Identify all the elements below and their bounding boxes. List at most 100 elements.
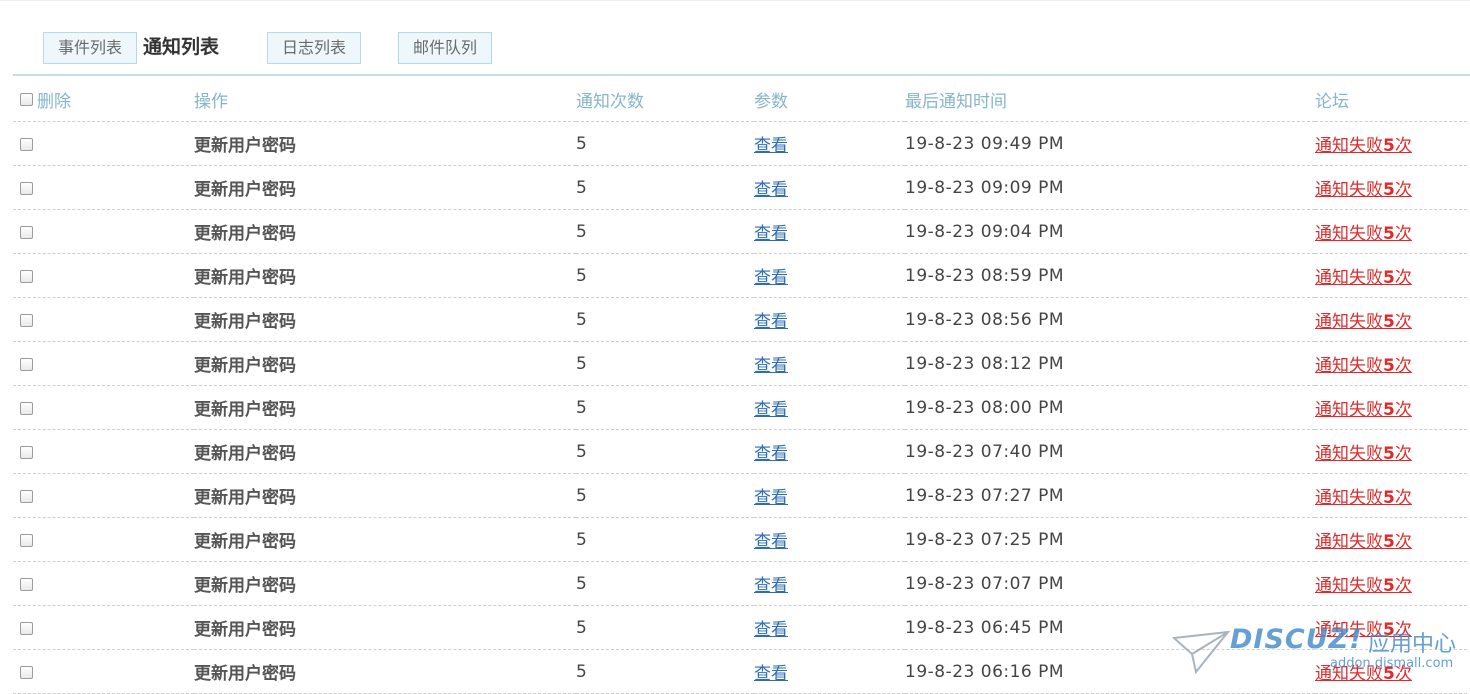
row-checkbox[interactable]: [20, 490, 33, 503]
notify-failed-link[interactable]: 通知失败5次: [1315, 224, 1412, 244]
row-checkbox[interactable]: [20, 666, 33, 679]
tab-mail-queue[interactable]: 邮件队列: [398, 32, 492, 64]
row-count: 5: [576, 473, 754, 518]
row-operation: 更新用户密码: [194, 473, 576, 518]
row-last-time: 19-8-23 07:25 PM: [905, 517, 1315, 562]
view-params-link[interactable]: 查看: [754, 224, 788, 244]
status-count: 5: [1383, 224, 1395, 244]
table-header-row: 删除 操作 通知次数 参数 最后通知时间 论坛: [13, 78, 1467, 122]
notify-failed-link[interactable]: 通知失败5次: [1315, 136, 1412, 156]
row-select-cell: [13, 253, 194, 298]
status-prefix: 通知失败: [1315, 620, 1383, 640]
row-last-time: 19-8-23 08:59 PM: [905, 253, 1315, 298]
row-select-cell: [13, 121, 194, 166]
tab-notification-list[interactable]: 通知列表: [143, 32, 233, 62]
table-row: 更新用户密码 5 查看 19-8-23 09:04 PM 通知失败5次: [13, 209, 1467, 254]
row-status-cell: 通知失败5次: [1315, 121, 1467, 166]
table-row: 更新用户密码 5 查看 19-8-23 09:49 PM 通知失败5次: [13, 121, 1467, 166]
row-count: 5: [576, 253, 754, 298]
row-checkbox[interactable]: [20, 314, 33, 327]
view-params-link[interactable]: 查看: [754, 136, 788, 156]
table-row: 更新用户密码 5 查看 19-8-23 08:12 PM 通知失败5次: [13, 341, 1467, 386]
row-checkbox[interactable]: [20, 622, 33, 635]
notify-failed-link[interactable]: 通知失败5次: [1315, 576, 1412, 596]
status-prefix: 通知失败: [1315, 224, 1383, 244]
status-suffix: 次: [1394, 532, 1412, 552]
row-checkbox[interactable]: [20, 182, 33, 195]
status-count: 5: [1383, 444, 1395, 464]
row-count: 5: [576, 561, 754, 606]
row-params-cell: 查看: [754, 341, 905, 386]
row-checkbox[interactable]: [20, 138, 33, 151]
notify-failed-link[interactable]: 通知失败5次: [1315, 620, 1412, 640]
row-operation: 更新用户密码: [194, 649, 576, 694]
row-checkbox[interactable]: [20, 402, 33, 415]
row-status-cell: 通知失败5次: [1315, 253, 1467, 298]
status-suffix: 次: [1394, 136, 1412, 156]
status-prefix: 通知失败: [1315, 312, 1383, 332]
row-operation: 更新用户密码: [194, 385, 576, 430]
notify-failed-link[interactable]: 通知失败5次: [1315, 400, 1412, 420]
header-params: 参数: [754, 78, 905, 122]
notify-failed-link[interactable]: 通知失败5次: [1315, 664, 1412, 684]
status-prefix: 通知失败: [1315, 488, 1383, 508]
table-row: 更新用户密码 5 查看 19-8-23 08:00 PM 通知失败5次: [13, 385, 1467, 430]
row-checkbox[interactable]: [20, 358, 33, 371]
status-count: 5: [1383, 136, 1395, 156]
status-suffix: 次: [1394, 356, 1412, 376]
view-params-link[interactable]: 查看: [754, 180, 788, 200]
select-all-checkbox[interactable]: [20, 93, 33, 106]
row-operation: 更新用户密码: [194, 341, 576, 386]
row-checkbox[interactable]: [20, 578, 33, 591]
row-checkbox[interactable]: [20, 446, 33, 459]
row-last-time: 19-8-23 08:12 PM: [905, 341, 1315, 386]
notify-failed-link[interactable]: 通知失败5次: [1315, 268, 1412, 288]
row-checkbox[interactable]: [20, 226, 33, 239]
row-count: 5: [576, 385, 754, 430]
view-params-link[interactable]: 查看: [754, 268, 788, 288]
view-params-link[interactable]: 查看: [754, 444, 788, 464]
view-params-link[interactable]: 查看: [754, 620, 788, 640]
table-row: 更新用户密码 5 查看 19-8-23 07:27 PM 通知失败5次: [13, 473, 1467, 518]
view-params-link[interactable]: 查看: [754, 400, 788, 420]
row-select-cell: [13, 209, 194, 254]
notify-failed-link[interactable]: 通知失败5次: [1315, 532, 1412, 552]
row-last-time: 19-8-23 07:07 PM: [905, 561, 1315, 606]
row-last-time: 19-8-23 06:45 PM: [905, 605, 1315, 650]
view-params-link[interactable]: 查看: [754, 664, 788, 684]
notify-failed-link[interactable]: 通知失败5次: [1315, 180, 1412, 200]
status-count: 5: [1383, 532, 1395, 552]
row-operation: 更新用户密码: [194, 253, 576, 298]
row-operation: 更新用户密码: [194, 561, 576, 606]
status-suffix: 次: [1394, 312, 1412, 332]
view-params-link[interactable]: 查看: [754, 312, 788, 332]
row-status-cell: 通知失败5次: [1315, 605, 1467, 650]
view-params-link[interactable]: 查看: [754, 356, 788, 376]
status-prefix: 通知失败: [1315, 356, 1383, 376]
tab-log-list[interactable]: 日志列表: [267, 32, 361, 64]
row-count: 5: [576, 649, 754, 694]
view-params-link[interactable]: 查看: [754, 488, 788, 508]
status-count: 5: [1383, 488, 1395, 508]
row-checkbox[interactable]: [20, 534, 33, 547]
row-status-cell: 通知失败5次: [1315, 209, 1467, 254]
row-checkbox[interactable]: [20, 270, 33, 283]
status-count: 5: [1383, 268, 1395, 288]
row-count: 5: [576, 121, 754, 166]
table-row: 更新用户密码 5 查看 19-8-23 07:40 PM 通知失败5次: [13, 429, 1467, 474]
view-params-link[interactable]: 查看: [754, 576, 788, 596]
notify-failed-link[interactable]: 通知失败5次: [1315, 312, 1412, 332]
header-last-time: 最后通知时间: [905, 78, 1315, 122]
row-params-cell: 查看: [754, 605, 905, 650]
row-params-cell: 查看: [754, 121, 905, 166]
row-operation: 更新用户密码: [194, 209, 576, 254]
view-params-link[interactable]: 查看: [754, 532, 788, 552]
notify-failed-link[interactable]: 通知失败5次: [1315, 356, 1412, 376]
tab-event-list[interactable]: 事件列表: [43, 32, 137, 64]
status-suffix: 次: [1394, 180, 1412, 200]
row-last-time: 19-8-23 09:09 PM: [905, 165, 1315, 210]
notify-failed-link[interactable]: 通知失败5次: [1315, 488, 1412, 508]
row-params-cell: 查看: [754, 649, 905, 694]
delete-label: 删除: [37, 92, 71, 112]
notify-failed-link[interactable]: 通知失败5次: [1315, 444, 1412, 464]
